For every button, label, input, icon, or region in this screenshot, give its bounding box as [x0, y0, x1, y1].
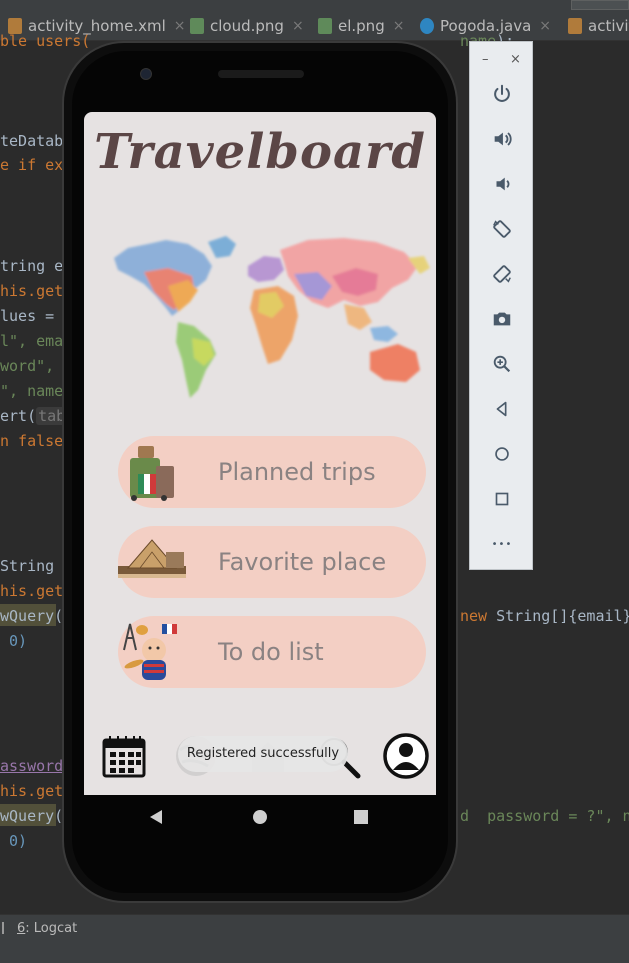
code-text: String — [0, 557, 55, 575]
status-strip — [0, 940, 629, 963]
code-text: n false — [0, 432, 64, 450]
tab-activity[interactable]: activit — [568, 12, 629, 40]
code-text: lues = — [0, 307, 55, 325]
tab-el-png[interactable]: el.png × — [318, 12, 404, 40]
system-navigation-bar — [84, 795, 436, 839]
bottom-navigation: Registered successfully — [84, 722, 436, 795]
xml-file-icon — [568, 18, 582, 34]
close-button[interactable]: × — [510, 52, 521, 67]
minimize-button[interactable]: – — [482, 52, 489, 67]
planned-trips-button[interactable]: Planned trips — [118, 436, 426, 508]
separator: : — [25, 920, 34, 936]
code-text: wQuery( — [0, 807, 64, 825]
todo-list-label: To do list — [218, 638, 324, 666]
back-icon[interactable] — [148, 809, 164, 825]
toast-message: Registered successfully — [178, 736, 348, 772]
java-class-icon — [420, 18, 434, 34]
favorite-place-button[interactable]: Favorite place — [118, 526, 426, 598]
luggage-icon — [130, 446, 174, 501]
overview-icon[interactable] — [354, 810, 368, 824]
tool-window-label: Logcat — [33, 920, 78, 936]
louvre-pyramid-icon — [118, 539, 186, 578]
close-tab-icon[interactable]: × — [292, 18, 304, 34]
calendar-icon[interactable] — [100, 732, 148, 780]
earpiece-speaker — [218, 70, 304, 78]
code-text: ert( — [0, 407, 37, 425]
image-file-icon — [318, 18, 332, 34]
tab-cloud-png[interactable]: cloud.png × — [190, 12, 304, 40]
code-text: his.get — [0, 582, 64, 600]
rotate-left-icon[interactable] — [486, 213, 518, 245]
code-text: 0) — [0, 632, 28, 650]
more-icon[interactable]: ••• — [486, 528, 518, 560]
rotate-right-icon[interactable] — [486, 258, 518, 290]
code-text: assword — [0, 757, 64, 775]
home-icon[interactable] — [486, 438, 518, 470]
image-file-icon — [190, 18, 204, 34]
world-map-image — [114, 236, 430, 398]
close-tab-icon[interactable]: × — [393, 18, 405, 34]
todo-list-button[interactable]: To do list — [118, 616, 426, 688]
code-text: String[]{email} — [487, 607, 629, 625]
app-screen: Travelboard Planned trips Favorite place… — [84, 112, 436, 795]
zoom-icon[interactable] — [486, 348, 518, 380]
overview-icon[interactable] — [486, 483, 518, 515]
volume-down-icon[interactable] — [486, 168, 518, 200]
volume-up-icon[interactable] — [486, 123, 518, 155]
code-text: ", name — [0, 382, 64, 400]
app-title: Travelboard — [94, 124, 426, 180]
code-text: word", — [0, 357, 55, 375]
home-icon[interactable] — [252, 809, 268, 825]
logcat-tool-tab[interactable]: 6: Logcat — [0, 914, 629, 941]
tab-label: el.png — [338, 17, 385, 35]
code-text: his.get — [0, 282, 64, 300]
code-text: d password = ?", ne — [460, 807, 629, 825]
front-camera — [140, 68, 152, 80]
code-text: 0) — [0, 832, 28, 850]
code-text: tring e — [0, 257, 64, 275]
tab-label: activit — [588, 17, 629, 35]
toolbar-button[interactable] — [571, 0, 629, 10]
profile-icon[interactable] — [382, 732, 430, 780]
camera-icon[interactable] — [486, 303, 518, 335]
code-text: e if ex — [0, 156, 64, 174]
power-icon[interactable] — [486, 78, 518, 110]
favorite-place-label: Favorite place — [218, 548, 387, 576]
emulator-controls-panel: – × ••• — [469, 41, 533, 570]
back-icon[interactable] — [486, 393, 518, 425]
code-text: his.get — [0, 782, 64, 800]
tool-window-index: 6 — [17, 920, 26, 936]
close-tab-icon[interactable]: × — [539, 18, 551, 34]
french-chef-icon — [123, 623, 177, 680]
planned-trips-label: Planned trips — [218, 458, 376, 486]
code-text: new — [460, 607, 488, 625]
code-text: wQuery( — [0, 607, 64, 625]
code-text: ble users( — [0, 32, 91, 50]
code-text: l", ema — [0, 332, 64, 350]
tool-window-icon — [2, 922, 12, 934]
editor-tab-bar: activity_home.xml × cloud.png × el.png ×… — [0, 0, 629, 41]
close-tab-icon[interactable]: × — [174, 18, 186, 34]
tab-label: cloud.png — [210, 17, 284, 35]
